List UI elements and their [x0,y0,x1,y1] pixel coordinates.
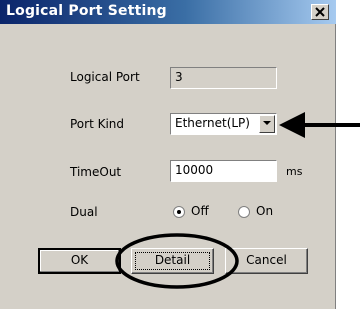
dual-on-label[interactable]: On [256,204,273,218]
detail-button[interactable]: Detail [131,248,214,274]
logical-port-label: Logical Port [70,70,140,84]
timeout-label: TimeOut [70,165,122,179]
port-kind-select[interactable]: Ethernet(LP) [170,113,277,135]
dual-off-label[interactable]: Off [191,204,209,218]
port-kind-selected-value: Ethernet(LP) [175,116,250,130]
close-button[interactable] [311,4,329,20]
logical-port-setting-dialog: Logical Port Setting Logical Port 3 Port… [0,0,336,309]
logical-port-field: 3 [170,67,277,89]
dropdown-button[interactable] [259,115,275,133]
title-bar[interactable]: Logical Port Setting [0,0,336,24]
window-title: Logical Port Setting [6,3,167,19]
cancel-button[interactable]: Cancel [225,248,308,274]
dual-label: Dual [70,205,98,219]
ok-button[interactable]: OK [38,248,121,274]
close-icon [315,7,325,17]
timeout-unit: ms [286,165,303,178]
port-kind-label: Port Kind [70,117,125,131]
dual-off-radio[interactable] [173,206,185,218]
dual-on-radio[interactable] [238,206,250,218]
timeout-input[interactable]: 10000 [170,160,277,182]
chevron-down-icon [263,121,271,125]
